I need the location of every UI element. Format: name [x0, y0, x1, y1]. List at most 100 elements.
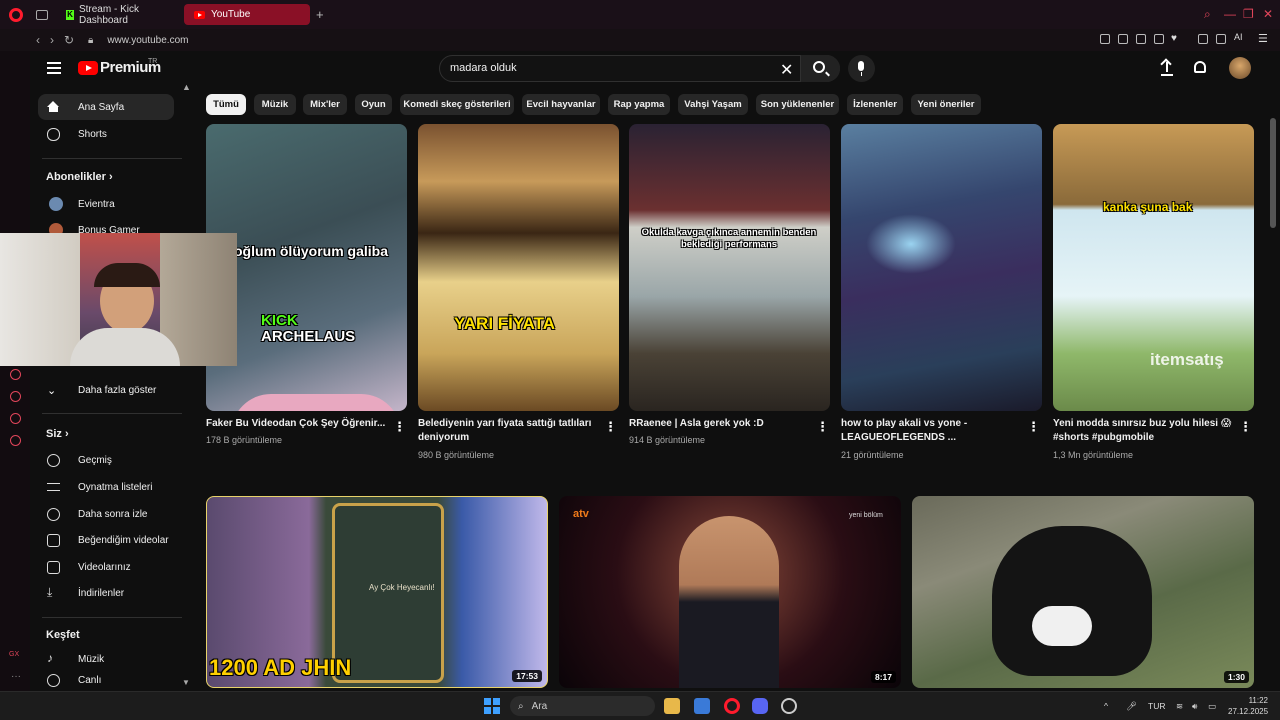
sidebar-item-music[interactable]: ♪ Müzik: [38, 646, 174, 672]
explore-heading: Keşfet: [46, 629, 80, 641]
avatar[interactable]: [1229, 57, 1251, 79]
play-icon[interactable]: [1154, 34, 1164, 44]
more-options-icon[interactable]: [1239, 419, 1252, 435]
new-tab-button[interactable]: +: [316, 7, 324, 22]
menu-icon[interactable]: ☰: [1258, 32, 1268, 45]
volume-icon[interactable]: 🔊︎: [1192, 701, 1197, 712]
extension-icon[interactable]: [1136, 34, 1146, 44]
more-options-icon[interactable]: [1027, 419, 1040, 435]
settings-icon[interactable]: [10, 435, 21, 446]
heart-icon[interactable]: ♥: [1171, 33, 1177, 44]
short-thumbnail[interactable]: Okulda kavga çıkınca annemin benden bekl…: [629, 124, 830, 411]
chip-music[interactable]: Müzik: [254, 94, 296, 115]
sidebar-item-channel[interactable]: Evientra: [38, 191, 174, 217]
chip-new-to-you[interactable]: Yeni öneriler: [911, 94, 981, 115]
chip-all[interactable]: Tümü: [206, 94, 246, 115]
sidebar-item-home[interactable]: Ana Sayfa: [38, 94, 174, 120]
extension-icon[interactable]: [1198, 34, 1208, 44]
tab-youtube[interactable]: YouTube: [184, 4, 310, 25]
ai-button[interactable]: AI: [1234, 32, 1243, 42]
maximize-button[interactable]: ❐: [1243, 7, 1254, 21]
more-options-icon[interactable]: [604, 419, 617, 435]
short-title[interactable]: Yeni modda sınırsız buz yolu hilesi 😱 #s…: [1053, 417, 1233, 445]
player-icon[interactable]: [10, 369, 21, 380]
sidebar-item-downloads[interactable]: ⤓ İndirilenler: [38, 580, 174, 606]
mic-icon[interactable]: 🎤︎: [1126, 701, 1137, 712]
sidebar-scroll-up-icon[interactable]: ▲: [182, 82, 191, 92]
video-thumbnail[interactable]: 1:30: [912, 496, 1254, 688]
sidebar-item-live[interactable]: Canlı: [38, 673, 174, 687]
short-title[interactable]: RRaenee | Asla gerek yok :D: [629, 417, 809, 431]
forward-icon[interactable]: ›: [50, 33, 54, 47]
voice-search-button[interactable]: [848, 55, 875, 82]
obs-icon[interactable]: [781, 698, 797, 714]
wifi-icon[interactable]: ≋: [1176, 701, 1183, 712]
chip-pets[interactable]: Evcil hayvanlar: [522, 94, 600, 115]
more-icon[interactable]: ···: [11, 671, 21, 682]
minimize-button[interactable]: —: [1224, 7, 1236, 21]
more-options-icon[interactable]: [393, 419, 406, 435]
search-tabs-icon[interactable]: ⌕: [1204, 7, 1211, 22]
taskbar-clock[interactable]: 11:22 27.12.2025: [1228, 695, 1268, 717]
subscriptions-heading[interactable]: Abonelikler ›: [46, 171, 113, 183]
search-input[interactable]: [450, 62, 770, 74]
short-title[interactable]: Faker Bu Videodan Çok Şey Öğrenir...: [206, 417, 386, 431]
clear-search-icon[interactable]: ✕: [780, 60, 793, 80]
video-thumbnail[interactable]: atv yeni bölüm 8:17: [559, 496, 901, 688]
hamburger-menu-icon[interactable]: [47, 62, 61, 77]
more-options-icon[interactable]: [816, 419, 829, 435]
gx-icon[interactable]: GX: [9, 651, 19, 658]
download-icon[interactable]: [1216, 34, 1226, 44]
taskbar-search[interactable]: ⌕ Ara: [510, 696, 655, 716]
extension-icon[interactable]: [1118, 34, 1128, 44]
opera-gx-icon[interactable]: [724, 698, 740, 714]
history-icon[interactable]: [10, 391, 21, 402]
page-scrollbar[interactable]: [1270, 118, 1276, 228]
chip-recently-uploaded[interactable]: Son yüklenenler: [756, 94, 839, 115]
chip-comedy[interactable]: Komedi skeç gösterileri: [400, 94, 514, 115]
chip-watched[interactable]: İzlenenler: [847, 94, 903, 115]
short-title[interactable]: Belediyenin yarı fiyata sattığı tatlılar…: [418, 417, 598, 445]
sidebar-item-liked[interactable]: Beğendiğim videolar: [38, 527, 174, 553]
short-overlay-text: YARI FİYATA: [454, 314, 556, 333]
notifications-bell-icon[interactable]: [1194, 61, 1206, 73]
chip-wildlife[interactable]: Vahşi Yaşam: [678, 94, 748, 115]
show-more-button[interactable]: ⌄ Daha fazla göster: [38, 377, 174, 403]
store-icon[interactable]: [694, 698, 710, 714]
tray-chevron-icon[interactable]: ^: [1104, 701, 1108, 711]
history-icon[interactable]: [10, 413, 21, 424]
you-heading[interactable]: Siz ›: [46, 428, 69, 440]
short-thumbnail[interactable]: [841, 124, 1042, 411]
live-icon: [47, 673, 60, 687]
sidebar-item-your-videos[interactable]: Videolarınız: [38, 554, 174, 580]
chip-gaming[interactable]: Oyun: [355, 94, 392, 115]
windows-start-icon[interactable]: [484, 698, 500, 714]
sidebar-item-playlists[interactable]: Oynatma listeleri: [38, 474, 174, 500]
extension-icon[interactable]: [1100, 34, 1110, 44]
language-indicator[interactable]: TUR: [1148, 701, 1165, 711]
sidebar-item-label: Evientra: [78, 198, 115, 210]
video-thumbnail[interactable]: Ay Çok Heyecanlı! 1200 AD JHIN 17:53: [206, 496, 548, 688]
url-field[interactable]: www.youtube.com: [107, 35, 188, 46]
back-icon[interactable]: ‹: [36, 33, 40, 47]
sidebar-scroll-down-icon[interactable]: ▼: [182, 678, 190, 687]
youtube-logo-icon[interactable]: [78, 61, 98, 75]
close-window-button[interactable]: ✕: [1263, 7, 1273, 21]
sidebar-item-history[interactable]: Geçmiş: [38, 447, 174, 473]
sidebar-item-watch-later[interactable]: Daha sonra izle: [38, 501, 174, 527]
short-thumbnail[interactable]: YARI FİYATA: [418, 124, 619, 411]
reload-icon[interactable]: ↻: [64, 33, 74, 47]
chip-mixes[interactable]: Mix'ler: [303, 94, 347, 115]
chip-rap[interactable]: Rap yapma: [608, 94, 670, 115]
sidebar-item-label: Ana Sayfa: [78, 101, 125, 113]
opera-logo-icon[interactable]: [9, 7, 23, 22]
short-title[interactable]: how to play akali vs yone - LEAGUEOFLEGE…: [841, 417, 1021, 445]
sidebar-item-shorts[interactable]: Shorts: [38, 121, 174, 147]
playlist-icon: [47, 483, 60, 491]
discord-icon[interactable]: [752, 698, 768, 714]
search-button[interactable]: [800, 55, 840, 82]
battery-icon[interactable]: ▭: [1208, 701, 1216, 712]
file-explorer-icon[interactable]: [664, 698, 680, 714]
tab-island-icon[interactable]: [36, 9, 48, 20]
tab-kick-dashboard[interactable]: K Stream - Kick Dashboard: [56, 4, 178, 26]
